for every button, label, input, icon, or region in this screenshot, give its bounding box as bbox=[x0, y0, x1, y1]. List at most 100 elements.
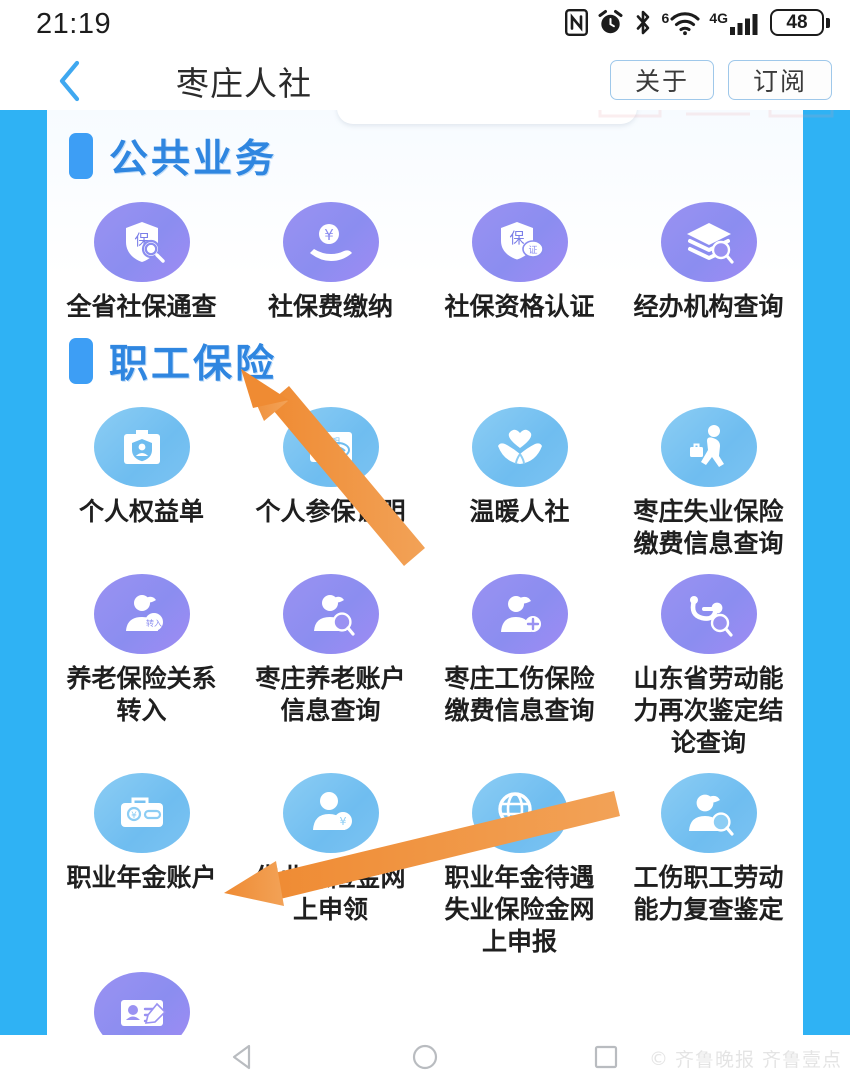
service-item[interactable]: 枣庄养老账户信息查询 bbox=[236, 560, 425, 759]
service-item-label: 职业年金账户 bbox=[66, 863, 217, 892]
service-item[interactable]: 保全省社保通查 bbox=[47, 188, 236, 323]
service-item-label: 职业年金待遇失业保险金网上申报 bbox=[444, 863, 595, 956]
app-header-bar: 枣庄人社 关于 订阅 bbox=[0, 52, 850, 110]
top-rounded-card bbox=[337, 110, 637, 124]
person-briefcase-icon bbox=[660, 407, 757, 487]
service-item-label: 养老保险关系转入 bbox=[66, 664, 217, 725]
android-navigation-bar: © 齐鲁晚报 齐鲁壹点 bbox=[0, 1035, 850, 1079]
svg-text:保: 保 bbox=[509, 229, 524, 247]
service-item[interactable]: 证明 个人参保证明 bbox=[236, 393, 425, 560]
injury-person-icon bbox=[471, 574, 568, 654]
certificate-icon: 证明 bbox=[282, 407, 379, 487]
shield-search-icon: 保 bbox=[93, 202, 190, 282]
service-item-label: 个人权益单 bbox=[78, 497, 204, 526]
service-grid-public-business: 保全省社保通查 ¥ 社保费缴纳保证社保资格认证 经办机构查询 bbox=[47, 188, 803, 323]
battery-percent-label: 48 bbox=[786, 12, 808, 33]
nfc-icon bbox=[564, 9, 588, 36]
svg-text:证: 证 bbox=[528, 245, 537, 256]
home-circle-icon bbox=[412, 1044, 438, 1070]
globe-card-icon bbox=[471, 773, 568, 853]
service-grid-employee-insurance: 个人权益单 证明 个人参保证明 温暖人社 枣庄失业保险缴费信息查询 转入 养老保险关系转入枣… bbox=[47, 393, 803, 1035]
service-item-label: 枣庄失业保险缴费信息查询 bbox=[633, 497, 784, 558]
nav-back-button[interactable] bbox=[221, 1042, 265, 1072]
nav-home-button[interactable] bbox=[403, 1042, 447, 1072]
service-item-label: 枣庄养老账户信息查询 bbox=[255, 664, 406, 725]
hands-heart-icon bbox=[471, 407, 568, 487]
service-item[interactable]: 经办机构查询 bbox=[614, 188, 803, 323]
service-item[interactable]: 枣庄失业保险缴费信息查询 bbox=[614, 393, 803, 560]
about-button[interactable]: 关于 bbox=[610, 60, 714, 100]
section-accent-bar bbox=[69, 133, 93, 179]
status-icon-tray: 6 4G 48 bbox=[564, 9, 830, 36]
svg-text:¥: ¥ bbox=[131, 811, 137, 821]
service-item[interactable]: 山东省劳动能力再次鉴定结论查询 bbox=[614, 560, 803, 759]
service-item[interactable]: 枣庄电子退休证 bbox=[47, 958, 236, 1035]
mini-program-content: 公共业务保全省社保通查 ¥ 社保费缴纳保证社保资格认证 经办机构查询 职工保险 个人权益单… bbox=[47, 110, 803, 1035]
page-body: 公共业务保全省社保通查 ¥ 社保费缴纳保证社保资格认证 经办机构查询 职工保险 个人权益单… bbox=[0, 110, 850, 1035]
stethoscope-search-icon bbox=[660, 574, 757, 654]
service-item-label: 个人参保证明 bbox=[255, 497, 406, 526]
section-accent-bar bbox=[69, 338, 93, 384]
copyright-mark: © bbox=[648, 1047, 669, 1070]
injury-search-icon bbox=[660, 773, 757, 853]
nav-recents-button[interactable] bbox=[584, 1042, 628, 1072]
service-item[interactable]: 工伤职工劳动能力复查鉴定 bbox=[614, 759, 803, 958]
back-triangle-icon bbox=[232, 1044, 251, 1070]
service-item-label: 失业保险金网上申领 bbox=[255, 863, 406, 924]
service-item[interactable]: 转入养老保险关系转入 bbox=[47, 560, 236, 759]
watermark-text: 齐鲁晚报 齐鲁壹点 bbox=[674, 1049, 842, 1071]
service-item-label: 工伤职工劳动能力复查鉴定 bbox=[633, 863, 784, 924]
chevron-left-icon bbox=[59, 60, 80, 102]
phone-screenshot: 公共业务保全省社保通查 ¥ 社保费缴纳保证社保资格认证 经办机构查询 职工保险 个人权益单… bbox=[0, 0, 850, 1079]
right-blue-bar bbox=[803, 110, 850, 1035]
service-item[interactable]: ¥ 社保费缴纳 bbox=[236, 188, 425, 323]
service-item-label: 全省社保通查 bbox=[66, 292, 217, 321]
wifi-icon: 6 bbox=[662, 10, 701, 36]
header-actions: 关于 订阅 bbox=[610, 60, 832, 100]
service-item-label: 经办机构查询 bbox=[633, 292, 784, 321]
status-time: 21:19 bbox=[36, 8, 112, 40]
recents-square-icon bbox=[594, 1045, 618, 1069]
section-header-public-business: 公共业务 bbox=[47, 128, 803, 184]
section-title: 职工保险 bbox=[109, 342, 278, 387]
back-button[interactable] bbox=[48, 59, 92, 103]
battery-icon: 48 bbox=[770, 9, 830, 36]
service-item-label: 温暖人社 bbox=[469, 497, 570, 526]
service-item-label: 社保资格认证 bbox=[444, 292, 595, 321]
person-transfer-icon: 转入 bbox=[93, 574, 190, 654]
wallet-icon: ¥ bbox=[93, 773, 190, 853]
service-item[interactable]: 职业年金待遇失业保险金网上申报 bbox=[425, 759, 614, 958]
service-item[interactable]: 枣庄工伤保险缴费信息查询 bbox=[425, 560, 614, 759]
cellular-signal-icon: 4G bbox=[709, 10, 761, 36]
subscribe-button[interactable]: 订阅 bbox=[728, 60, 832, 100]
publisher-watermark: © 齐鲁晚报 齐鲁壹点 bbox=[649, 1045, 842, 1072]
alarm-icon bbox=[597, 9, 624, 36]
service-item[interactable]: 个人权益单 bbox=[47, 393, 236, 560]
person-money-icon: ¥ bbox=[282, 773, 379, 853]
bluetooth-icon bbox=[633, 9, 653, 36]
status-bar: 21:19 6 4G 48 bbox=[0, 0, 850, 52]
person-search-icon bbox=[282, 574, 379, 654]
section-title: 公共业务 bbox=[109, 137, 278, 182]
page-title: 枣庄人社 bbox=[176, 64, 312, 103]
svg-text:¥: ¥ bbox=[339, 815, 346, 828]
svg-text:转入: 转入 bbox=[146, 618, 162, 628]
books-search-icon bbox=[660, 202, 757, 282]
sections-container: 公共业务保全省社保通查 ¥ 社保费缴纳保证社保资格认证 经办机构查询 职工保险 个人权益单… bbox=[47, 128, 803, 1035]
svg-text:¥: ¥ bbox=[324, 226, 334, 244]
shield-badge-icon: 保证 bbox=[471, 202, 568, 282]
section-header-employee-insurance: 职工保险 bbox=[47, 333, 803, 389]
service-item[interactable]: ¥ 职业年金账户 bbox=[47, 759, 236, 958]
id-card-pen-icon bbox=[93, 972, 190, 1035]
service-item[interactable]: 温暖人社 bbox=[425, 393, 614, 560]
service-item[interactable]: 保证社保资格认证 bbox=[425, 188, 614, 323]
left-blue-bar bbox=[0, 110, 47, 1035]
id-card-shield-icon bbox=[93, 407, 190, 487]
service-item-label: 山东省劳动能力再次鉴定结论查询 bbox=[633, 664, 784, 757]
hand-yuan-icon: ¥ bbox=[282, 202, 379, 282]
service-item-label: 枣庄工伤保险缴费信息查询 bbox=[444, 664, 595, 725]
service-item-label: 社保费缴纳 bbox=[267, 292, 393, 321]
wifi-gen-label: 6 bbox=[661, 9, 670, 26]
network-type-label: 4G bbox=[709, 9, 728, 26]
service-item[interactable]: ¥ 失业保险金网上申领 bbox=[236, 759, 425, 958]
